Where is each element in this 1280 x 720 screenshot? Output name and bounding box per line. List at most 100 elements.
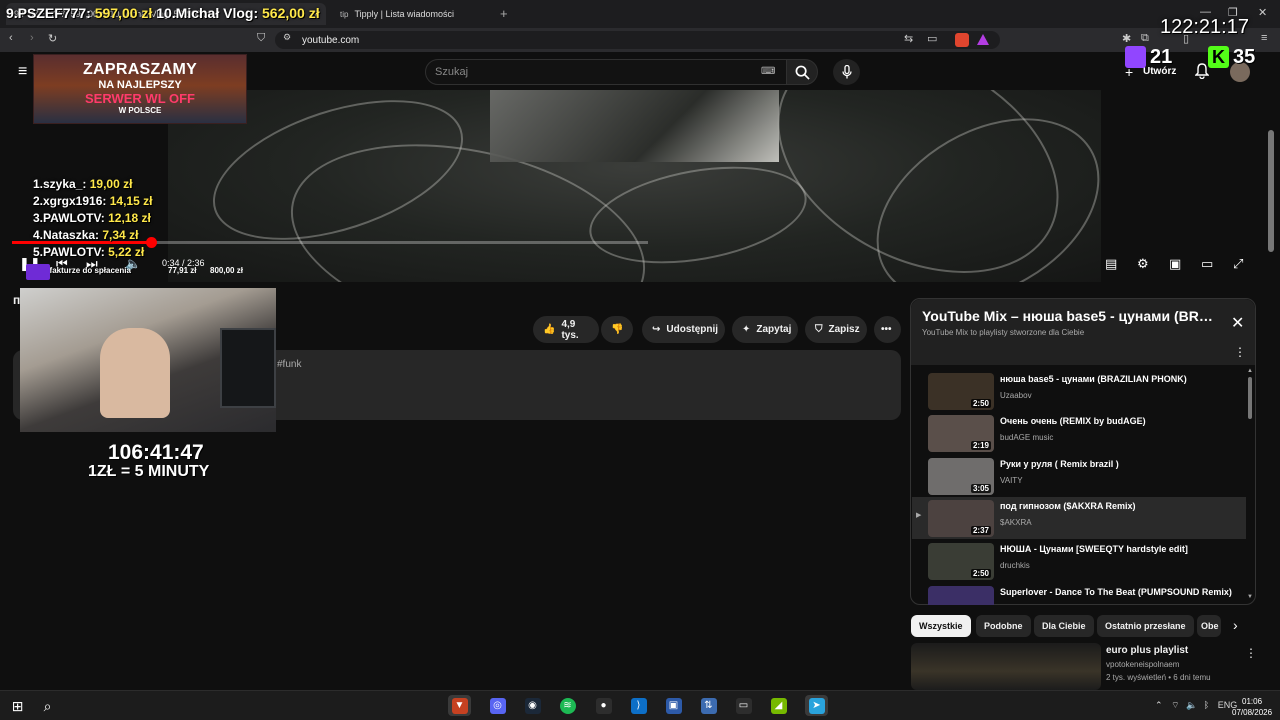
like-count: 4,9 tys.	[561, 318, 579, 341]
translate-icon[interactable]: ⇆	[904, 32, 913, 45]
ask-button[interactable]: ✦ Zapytaj	[732, 316, 798, 343]
brave-rewards-icon[interactable]	[977, 34, 989, 45]
search-icon-glyph: ⌕	[43, 697, 52, 714]
theater-icon[interactable]: ▭	[1201, 256, 1213, 272]
chip-for-you[interactable]: Dla Ciebie	[1034, 615, 1094, 637]
nvidia-icon[interactable]: ◢	[767, 695, 790, 716]
recommended-meta: 2 tys. wyświetleń • 6 dni temu	[1106, 673, 1211, 682]
search-icon[interactable]: ⌕	[36, 695, 59, 716]
tab-tipply[interactable]: tip Tipply | Lista wiadomości	[332, 3, 492, 25]
taskbar-time: 01:06	[1242, 697, 1263, 706]
save-button[interactable]: ⛉ Zapisz	[805, 316, 867, 343]
playlist-scrollbar[interactable]	[1248, 377, 1252, 419]
close-icon[interactable]: ✕	[1231, 313, 1244, 333]
new-tab-button[interactable]: +	[500, 6, 508, 21]
playlist-item[interactable]: 2:19 Очень очень (REMIX by budAGE) budAGE …	[912, 412, 1246, 454]
recommended-channel[interactable]: vpotokeneispolnaem	[1106, 660, 1179, 669]
notifications-icon[interactable]	[1195, 63, 1209, 79]
speaker-icon[interactable]: 🔈	[1186, 700, 1197, 710]
chip-recently-uploaded[interactable]: Ostatnio przesłane	[1097, 615, 1194, 637]
description-hashtag[interactable]: #funk	[277, 359, 301, 370]
donor-name: 4.Nataszka:	[33, 228, 103, 242]
chip-related[interactable]: Podobne	[976, 615, 1031, 637]
playlist-item[interactable]: 2:50 НЮША - Цунами [SWEEQTY hardstyle edi…	[912, 540, 1246, 582]
thumbs-down-icon: 👎	[611, 324, 624, 335]
search-button[interactable]	[786, 59, 818, 85]
forward-icon[interactable]: ›	[30, 32, 34, 44]
promo-line: ZAPRASZAMY	[82, 61, 198, 78]
playlist-item-title: Superlover - Dance To The Beat (PUMPSOUN…	[1000, 587, 1232, 597]
kick-viewer-count: 35	[1233, 46, 1256, 68]
scroll-down-icon[interactable]: ▼	[1247, 594, 1253, 600]
network-icon[interactable]: ⇅	[697, 695, 720, 716]
system-tray[interactable]: ⌃ ⌔ 🔈 ᛒ ENG	[1155, 700, 1237, 711]
recommended-thumbnail[interactable]	[911, 643, 1101, 690]
share-icon: ↪	[652, 324, 661, 335]
reload-icon[interactable]: ↻	[48, 32, 57, 45]
fullscreen-icon[interactable]: ⤢	[1233, 256, 1243, 272]
more-vertical-icon[interactable]: ⋮	[1245, 646, 1257, 660]
invoice-total: 800,00 zł	[210, 266, 243, 275]
close-window-button[interactable]: ✕	[1258, 6, 1267, 19]
brave-shield-icon[interactable]	[955, 33, 969, 47]
extension-icon[interactable]: ✱	[1122, 32, 1131, 45]
address-bar[interactable]: youtube.com	[275, 31, 1000, 49]
more-vertical-icon[interactable]: ⋮	[1234, 345, 1246, 359]
back-icon[interactable]: ‹	[9, 32, 13, 44]
dislike-button[interactable]: 👎	[601, 316, 633, 343]
recommended-title[interactable]: euro plus playlist	[1106, 645, 1188, 656]
donor-row: 5.PAWLOTV: 5,22 zł	[33, 245, 152, 262]
playlist-title[interactable]: YouTube Mix – нюша base5 - цунами (BRAZI…	[922, 308, 1222, 324]
brave-icon[interactable]: ▼	[448, 695, 471, 716]
bluetooth-icon[interactable]: ᛒ	[1204, 700, 1209, 710]
ask-label: Zapytaj	[756, 324, 792, 335]
playlist-item-title: под гипнозом ($AKXRA Remix)	[1000, 501, 1136, 511]
page-scrollbar[interactable]	[1268, 130, 1274, 252]
duration-badge: 2:37	[970, 526, 991, 535]
scroll-up-icon[interactable]: ▲	[1247, 368, 1253, 374]
obs-icon[interactable]: ●	[592, 695, 615, 716]
playlist-thumbnail: 2:50	[928, 373, 994, 410]
playlist-item[interactable]: ▶ 2:37 под гипнозом ($AKXRA Remix) $AKXRA	[912, 497, 1246, 539]
chip-all[interactable]: Wszystkie	[911, 615, 971, 637]
menu-icon[interactable]: ≡	[1261, 32, 1267, 44]
spotify-icon[interactable]: ≋	[556, 695, 579, 716]
start-icon[interactable]: ⊞	[6, 695, 29, 716]
promo-line: NA NAJLEPSZY	[98, 79, 182, 91]
hamburger-menu-icon[interactable]: ≡	[18, 63, 27, 81]
keyboard-icon[interactable]: ⌨	[761, 66, 775, 77]
taskbar-clock[interactable]: 01:06 07/08/2026	[1232, 696, 1272, 718]
donor-row: 3.PAWLOTV: 12,18 zł	[33, 211, 152, 228]
more-actions-button[interactable]: •••	[874, 316, 901, 343]
steam-icon[interactable]: ◉	[521, 695, 544, 716]
cast-icon[interactable]: ▭	[927, 32, 937, 45]
search-input[interactable]: Szukaj	[425, 59, 787, 85]
telegram-icon[interactable]: ➤	[805, 695, 828, 716]
vscode-icon[interactable]: ⟩	[627, 695, 650, 716]
site-info-icon[interactable]: ⚙	[283, 32, 291, 43]
share-button[interactable]: ↪ Udostępnij	[642, 316, 725, 343]
video-frame-highlight	[490, 90, 779, 162]
miniplayer-icon[interactable]: ▣	[1169, 256, 1181, 272]
settings-icon[interactable]: ⚙	[1137, 256, 1149, 272]
tray-chevron-icon[interactable]: ⌃	[1155, 700, 1163, 710]
ticker-amount: 597,00 zł	[94, 5, 153, 21]
chevron-right-icon[interactable]: ›	[1233, 617, 1238, 633]
explorer-icon[interactable]: ▣	[662, 695, 685, 716]
like-button[interactable]: 👍 4,9 tys.	[533, 316, 599, 343]
streamer-figure	[100, 328, 170, 418]
terminal-icon[interactable]: ▭	[732, 695, 755, 716]
playlist-item-artist: VAITY	[1000, 476, 1023, 485]
wifi-icon[interactable]: ⌔	[1171, 700, 1179, 710]
voice-search-button[interactable]	[833, 59, 860, 85]
subtitles-icon[interactable]: ▤	[1105, 256, 1117, 272]
playlist-item[interactable]: 1 Superlover - Dance To The Beat (PUMPSOU…	[912, 583, 1246, 605]
chip-watched[interactable]: Obe	[1197, 615, 1221, 637]
server-promo-banner: ZAPRASZAMY NA NAJLEPSZY SERWER WL OFF W …	[33, 54, 247, 124]
extensions-icon[interactable]: ⧉	[1141, 32, 1149, 45]
bookmark-icon[interactable]: ⛉	[257, 32, 265, 45]
discord-icon[interactable]: ◎	[486, 695, 509, 716]
playlist-item[interactable]: 3:05 Руки у руля ( Remix brazil ) VAITY	[912, 455, 1246, 497]
promo-line: W POLSCE	[118, 106, 162, 115]
playlist-item[interactable]: 2:50 нюша base5 - цунами (BRAZILIAN PHONK…	[912, 370, 1246, 412]
